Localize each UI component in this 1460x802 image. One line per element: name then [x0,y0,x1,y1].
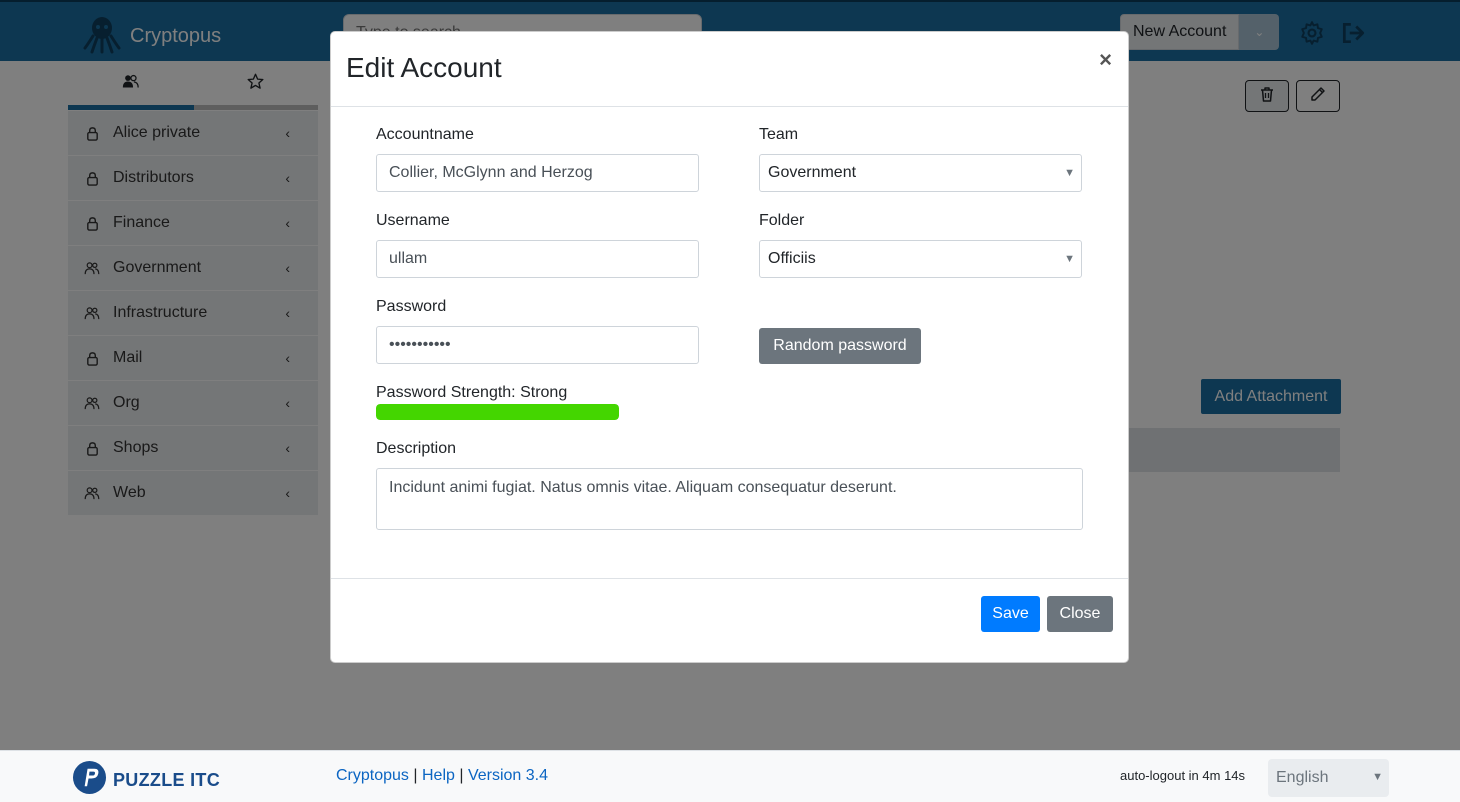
folder-select[interactable]: Officiis ▼ [759,240,1082,278]
footer-separator: | [459,767,464,784]
password-strength-fill [376,404,619,420]
footer-separator: | [413,767,418,784]
footer-links: Cryptopus | Help | Version 3.4 [336,767,548,785]
description-textarea[interactable]: Incidunt animi fugiat. Natus omnis vitae… [376,468,1083,530]
modal-title: Edit Account [346,52,502,83]
caret-down-icon: ▼ [1372,771,1383,783]
modal-footer-divider [331,578,1128,579]
password-strength-bar [376,404,619,420]
team-select-value: Government [768,164,857,181]
folder-select-value: Officiis [768,250,816,267]
random-password-button[interactable]: Random password [759,328,921,364]
team-select[interactable]: Government ▼ [759,154,1082,192]
close-icon[interactable]: × [1099,47,1112,73]
caret-down-icon: ▼ [1064,253,1075,265]
footer-link-help[interactable]: Help [422,767,455,784]
password-field[interactable]: ••••••••••• [376,326,699,364]
save-button[interactable]: Save [981,596,1040,632]
footer-link-version[interactable]: Version 3.4 [468,767,548,784]
modal-header-divider [331,106,1128,107]
language-select-value: English [1276,769,1329,786]
team-label: Team [759,126,799,143]
language-select[interactable]: English ▼ [1268,759,1389,797]
auto-logout-timer: auto-logout in 4m 14s [1120,768,1246,783]
password-label: Password [376,298,447,315]
accountname-label: Accountname [376,126,474,143]
footer-link-cryptopus[interactable]: Cryptopus [336,767,409,784]
puzzle-logo: PUZZLE ITC [72,760,220,800]
puzzle-logo-icon [72,760,107,800]
username-field[interactable]: ullam [376,240,699,278]
description-label: Description [376,440,457,457]
caret-down-icon: ▼ [1064,167,1075,179]
username-label: Username [376,212,450,229]
close-button[interactable]: Close [1047,596,1113,632]
accountname-field[interactable]: Collier, McGlynn and Herzog [376,154,699,192]
password-strength-label: Password Strength: Strong [376,384,568,401]
folder-label: Folder [759,212,805,229]
edit-account-modal: Edit Account × Accountname Collier, McGl… [330,31,1129,663]
puzzle-brand: PUZZLE ITC [113,769,220,790]
app-footer: PUZZLE ITC Cryptopus | Help | Version 3.… [0,750,1460,802]
